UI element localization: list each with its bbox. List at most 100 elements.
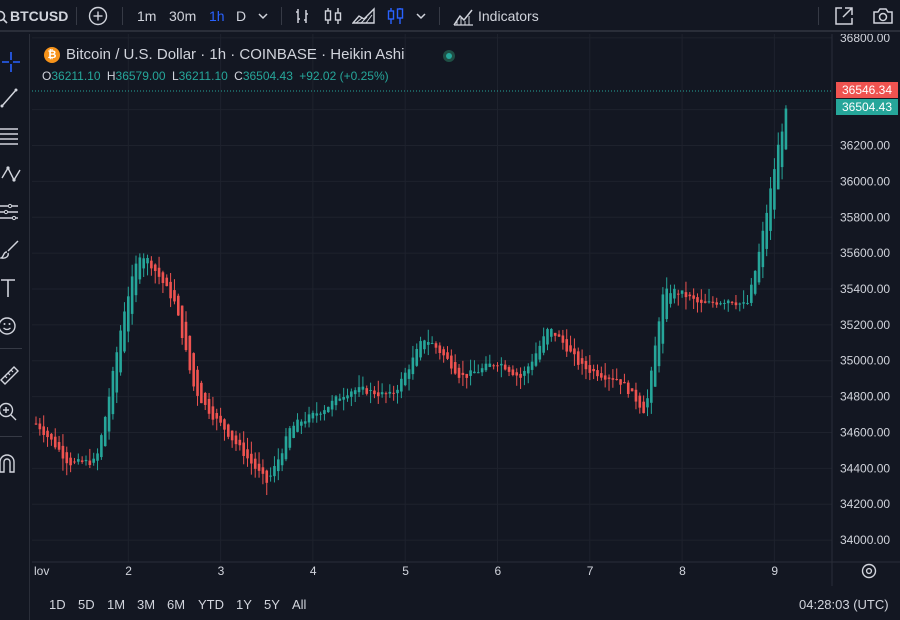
candle-body [538, 345, 542, 360]
candles-style-button[interactable] [322, 0, 344, 32]
forecast-tool[interactable] [0, 200, 24, 224]
candle-body [311, 412, 315, 419]
candle-body [396, 389, 399, 394]
interval-1m[interactable]: 1m [137, 0, 156, 32]
heikin-ashi-style-button[interactable] [386, 0, 406, 32]
candle-body [119, 330, 122, 373]
market-status-icon[interactable] [443, 50, 455, 62]
candle-body [519, 373, 522, 378]
open-value: 36211.10 [51, 69, 101, 83]
trend-line-tool[interactable] [0, 86, 24, 110]
brush-tool[interactable] [0, 238, 24, 262]
candle-body [596, 370, 599, 377]
high-price-tag: 36546.34 [836, 82, 898, 98]
high-label: H [106, 69, 116, 83]
open-label: O [42, 69, 52, 83]
candle-body [53, 436, 57, 448]
price-chart[interactable]: 34000.00 34200.00 34400.00 34600.00 34800.00… [32, 34, 900, 586]
fullscreen-button[interactable] [834, 0, 854, 32]
candle-body [615, 378, 619, 380]
candle-body [380, 392, 384, 395]
crosshair-tool[interactable] [0, 50, 24, 74]
candle-body [50, 433, 53, 440]
chart-type-dropdown-button[interactable] [415, 0, 427, 32]
interval-dropdown-button[interactable] [257, 0, 269, 32]
interval-d[interactable]: D [236, 0, 246, 32]
range-5d[interactable]: 5D [78, 590, 95, 620]
emoji-tool[interactable] [0, 314, 24, 338]
area-style-button[interactable] [352, 0, 376, 32]
candle-body [107, 396, 111, 432]
bars-style-button[interactable] [293, 0, 313, 32]
chart-settings-button[interactable] [860, 562, 878, 580]
candle-body [680, 290, 684, 294]
magnet-icon [0, 454, 15, 473]
symbol-search-button[interactable]: BTCUSD [0, 0, 68, 32]
candle-body [626, 382, 630, 395]
time-tick-label: 9 [771, 564, 778, 578]
price-tick-label: 35600.00 [840, 246, 890, 260]
candle-body [184, 321, 188, 351]
search-icon [0, 10, 8, 24]
candle-body [700, 299, 703, 303]
candle-body [92, 458, 95, 463]
area-chart-icon [352, 7, 375, 24]
candle-body [88, 460, 92, 465]
candle-body [426, 342, 430, 345]
range-1y[interactable]: 1Y [236, 590, 252, 620]
interval-1h[interactable]: 1h [209, 0, 225, 32]
fib-retracement-tool[interactable] [0, 124, 24, 148]
range-1m[interactable]: 1M [107, 590, 125, 620]
interval-30m[interactable]: 30m [169, 0, 196, 32]
compare-symbol-button[interactable] [88, 0, 108, 32]
pattern-tool[interactable] [0, 162, 24, 186]
candle-body [350, 391, 353, 397]
zoom-tool[interactable] [0, 400, 24, 424]
price-tick-label: 35800.00 [840, 210, 890, 224]
range-ytd[interactable]: YTD [198, 590, 224, 620]
candle-body [326, 406, 330, 413]
chart-pane[interactable]: 34000.00 34200.00 34400.00 34600.00 34800.00… [32, 34, 900, 586]
range-3m[interactable]: 3M [137, 590, 155, 620]
candle-body [296, 419, 299, 432]
candle-body [376, 392, 380, 397]
range-1d[interactable]: 1D [49, 590, 66, 620]
change-value: +92.02 (+0.25%) [299, 69, 389, 83]
snapshot-button[interactable] [872, 0, 894, 32]
candle-body [203, 392, 207, 405]
text-tool[interactable] [0, 276, 24, 300]
candle-body [153, 264, 157, 271]
candle-body [342, 397, 345, 400]
candle-body [430, 343, 434, 345]
pattern-icon [1, 166, 21, 182]
candle-body [657, 321, 661, 367]
candle-body [765, 212, 769, 249]
ruler-icon [0, 366, 19, 385]
range-6m[interactable]: 6M [167, 590, 185, 620]
time-tick-label: 8 [679, 564, 686, 578]
candle-body [434, 343, 438, 348]
candle-body [696, 297, 699, 303]
clock-timezone[interactable]: 04:28:03 (UTC) [799, 590, 889, 620]
candle-body [576, 351, 580, 365]
candle-body [269, 475, 272, 477]
candle-body [223, 419, 226, 430]
range-5y[interactable]: 5Y [264, 590, 280, 620]
candle-body [280, 453, 284, 466]
plus-circle-icon [88, 6, 108, 26]
candle-body [523, 370, 526, 376]
candle-body [273, 466, 276, 477]
time-tick-label: 2 [125, 564, 132, 578]
close-value: 36504.43 [242, 69, 293, 83]
indicators-button[interactable]: Indicators [452, 0, 539, 32]
candle-body [142, 258, 145, 269]
candle-body [707, 301, 711, 303]
candle-body [442, 349, 445, 356]
magnet-tool[interactable] [0, 452, 24, 476]
ruler-tool[interactable] [0, 362, 24, 386]
candle-body [603, 375, 607, 380]
range-all[interactable]: All [292, 590, 306, 620]
price-tick-label: 34600.00 [840, 425, 890, 439]
candle-body [134, 263, 138, 296]
price-tick-label: 34200.00 [840, 497, 890, 511]
